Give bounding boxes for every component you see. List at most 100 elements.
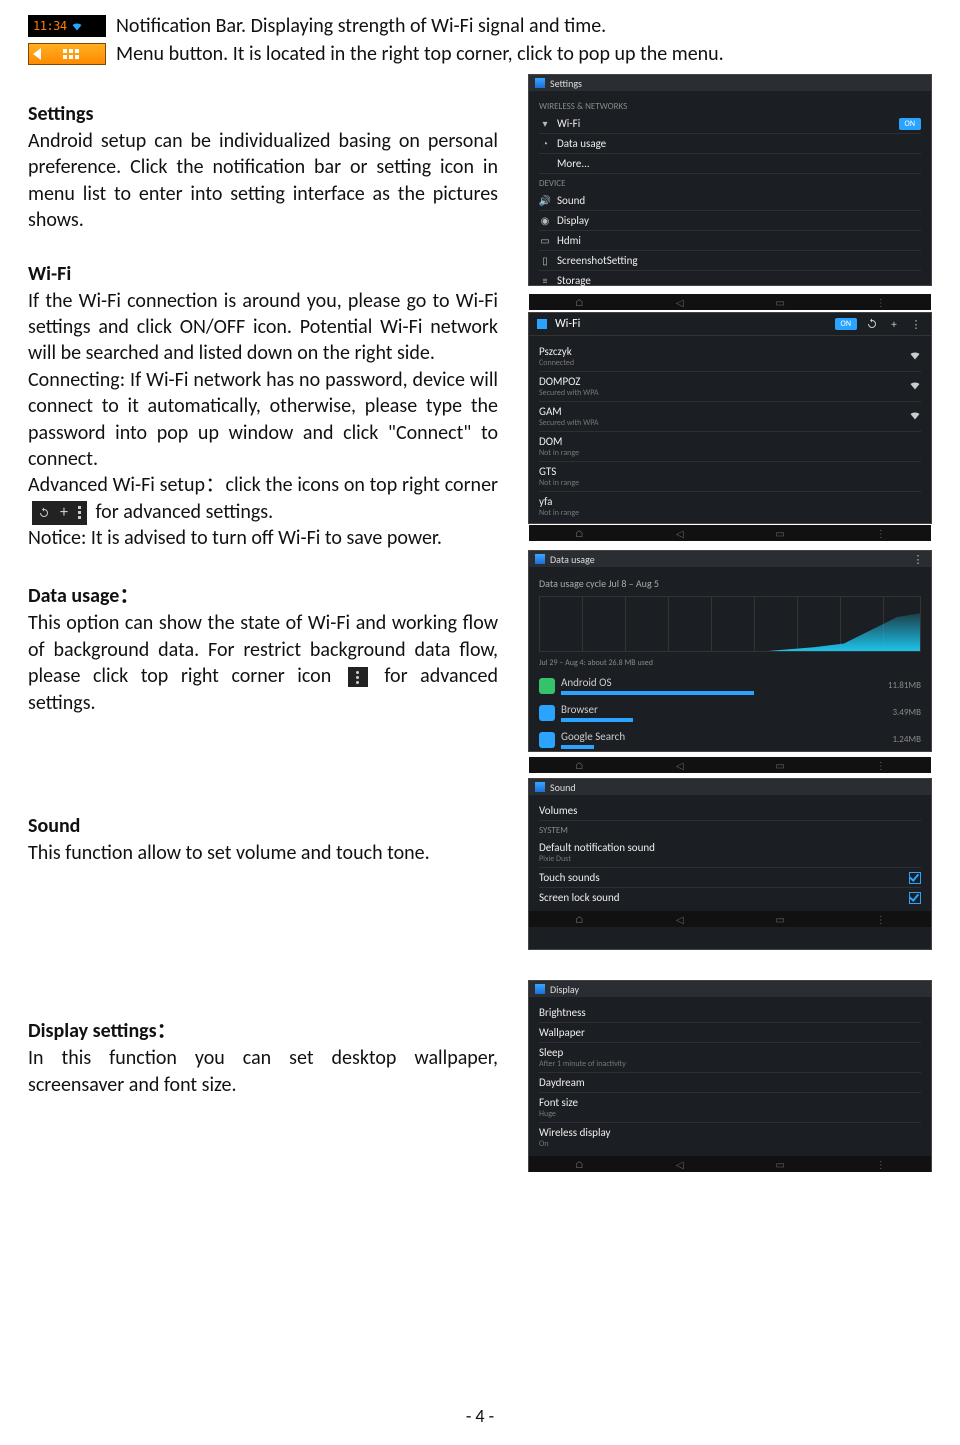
hdmi-item[interactable]: Hdmi bbox=[557, 234, 921, 247]
screenshot-display: Display BrightnessWallpaperSleepAfter 1 … bbox=[528, 980, 932, 1172]
wifi-adv-text-a: Advanced Wi-Fi setup：click the icons on … bbox=[28, 473, 498, 497]
settings-app-icon bbox=[535, 78, 545, 88]
wifi-paragraph-4: Notice: It is advised to turn off Wi-Fi … bbox=[28, 525, 498, 551]
wifi-icon: ▾ bbox=[539, 118, 551, 130]
device-category: DEVICE bbox=[539, 178, 921, 189]
checkbox-icon[interactable] bbox=[909, 872, 921, 884]
android-navbar: ⌂◁▭⋮ bbox=[529, 911, 931, 927]
wifi-paragraph-3: Advanced Wi-Fi setup：click the icons on … bbox=[28, 472, 498, 525]
screenshot-icon: ▯ bbox=[539, 255, 551, 267]
data-usage-title: Data usage bbox=[550, 553, 595, 566]
notification-bar-badge: 11:34 bbox=[28, 15, 106, 37]
settings-heading: Settings bbox=[28, 102, 498, 126]
display-item[interactable]: Daydream bbox=[539, 1073, 921, 1093]
sound-paragraph: This function allow to set volume and to… bbox=[28, 840, 498, 866]
hdmi-icon: ▭ bbox=[539, 235, 551, 247]
android-navbar: ⌂◁▭⋮ bbox=[529, 525, 931, 541]
sound-icon: 🔊 bbox=[539, 195, 551, 207]
sound-heading: Sound bbox=[28, 814, 498, 838]
data-usage-app-row[interactable]: Browser3.49MB bbox=[539, 699, 921, 726]
data-usage-app-row[interactable]: Android OS11.81MB bbox=[539, 672, 921, 699]
notification-bar-description: Notification Bar. Displaying strength of… bbox=[116, 14, 606, 38]
display-title: Display bbox=[550, 983, 579, 996]
display-item[interactable]: Brightness bbox=[539, 1003, 921, 1023]
wifi-signal-icon bbox=[909, 379, 921, 394]
wifi-network-item[interactable]: GAMSecured with WPA bbox=[539, 402, 921, 432]
screenshot-wifi: Wi-Fi ON + ⋮ PszczykConnectedDOMPOZSecur… bbox=[528, 312, 932, 524]
wifi-app-icon bbox=[537, 319, 547, 329]
sound-item[interactable]: Default notification soundPixie Dust bbox=[539, 838, 921, 868]
settings-paragraph: Android setup can be individualized basi… bbox=[28, 128, 498, 234]
advanced-icons-group: + bbox=[32, 501, 87, 525]
app-icon bbox=[539, 732, 555, 748]
wifi-heading: Wi-Fi bbox=[28, 262, 498, 286]
wifi-network-item[interactable]: PszczykConnected bbox=[539, 342, 921, 372]
display-heading: Display settings： bbox=[28, 1014, 498, 1043]
more-item[interactable]: More... bbox=[557, 157, 921, 170]
screenshot-setting-item[interactable]: ScreenshotSetting bbox=[557, 254, 921, 267]
wifi-icon bbox=[71, 20, 83, 32]
data-usage-cycle[interactable]: Data usage cycle Jul 8 – Aug 5 bbox=[539, 577, 921, 590]
checkbox-icon[interactable] bbox=[909, 892, 921, 904]
sound-item[interactable]: Sound bbox=[557, 194, 921, 207]
data-usage-app-row[interactable]: Google Search1.24MB bbox=[539, 726, 921, 753]
wifi-signal-icon bbox=[909, 409, 921, 424]
settings-title: Settings bbox=[550, 77, 582, 90]
plus-icon[interactable]: + bbox=[887, 317, 901, 331]
sound-item[interactable]: Touch sounds bbox=[539, 868, 921, 888]
wifi-on-toggle[interactable]: ON bbox=[899, 118, 921, 130]
data-usage-item[interactable]: Data usage bbox=[557, 137, 921, 150]
data-usage-heading: Data usage： bbox=[28, 579, 498, 608]
wifi-paragraph-2: Connecting: If Wi-Fi network has no pass… bbox=[28, 367, 498, 473]
wifi-network-item[interactable]: DOMNot in range bbox=[539, 432, 921, 462]
display-item[interactable]: Display bbox=[557, 214, 921, 227]
plus-icon: + bbox=[60, 507, 68, 519]
overflow-menu-icon bbox=[348, 667, 368, 687]
wireless-networks-category: WIRELESS & NETWORKS bbox=[539, 101, 921, 112]
display-item[interactable]: Wallpaper bbox=[539, 1023, 921, 1043]
wifi-screen-title: Wi-Fi bbox=[555, 317, 827, 331]
overflow-menu-icon[interactable]: ⋮ bbox=[909, 317, 923, 331]
sound-title: Sound bbox=[550, 781, 576, 794]
page-number: - 4 - bbox=[0, 1405, 960, 1427]
storage-item[interactable]: Storage bbox=[557, 274, 921, 287]
display-paragraph: In this function you can set desktop wal… bbox=[28, 1045, 498, 1098]
wifi-network-item[interactable]: DOMPOZSecured with WPA bbox=[539, 372, 921, 402]
sound-item[interactable]: Volumes bbox=[539, 801, 921, 821]
sound-item[interactable]: Screen lock sound bbox=[539, 888, 921, 907]
wifi-network-item[interactable]: yfaNot in range bbox=[539, 492, 921, 521]
data-usage-paragraph: This option can show the state of Wi-Fi … bbox=[28, 610, 498, 716]
overflow-menu-icon[interactable]: ⋮ bbox=[911, 552, 925, 566]
wifi-paragraph-1: If the Wi-Fi connection is around you, p… bbox=[28, 288, 498, 367]
data-usage-icon: ◔ bbox=[539, 138, 551, 150]
wifi-signal-icon bbox=[909, 349, 921, 364]
data-usage-app-icon bbox=[535, 554, 545, 564]
wifi-item[interactable]: Wi-Fi bbox=[557, 117, 893, 130]
android-navbar: ⌂◁▭⋮ bbox=[529, 757, 931, 773]
app-icon bbox=[539, 705, 555, 721]
refresh-icon[interactable] bbox=[865, 317, 879, 331]
display-item[interactable]: SleepAfter 1 minute of inactivity bbox=[539, 1043, 921, 1073]
wifi-network-item[interactable]: GTSNot in range bbox=[539, 462, 921, 492]
wifi-adv-text-b: for advanced settings. bbox=[96, 500, 274, 524]
apps-grid-icon bbox=[63, 49, 79, 59]
display-item[interactable]: Wireless displayOn bbox=[539, 1123, 921, 1152]
app-icon bbox=[539, 678, 555, 694]
display-app-icon bbox=[535, 984, 545, 994]
menu-button-description: Menu button. It is located in the right … bbox=[116, 42, 724, 66]
storage-icon: ≡ bbox=[539, 275, 551, 287]
refresh-icon bbox=[38, 507, 50, 519]
screenshot-settings: Settings WIRELESS & NETWORKS ▾ Wi-Fi ON ◔ D… bbox=[528, 74, 932, 286]
sound-app-icon bbox=[535, 782, 545, 792]
sound-category: SYSTEM bbox=[539, 825, 921, 836]
menu-button-badge bbox=[28, 43, 106, 65]
overflow-menu-icon bbox=[78, 506, 81, 519]
arrow-left-icon bbox=[33, 48, 41, 60]
display-icon: ◉ bbox=[539, 215, 551, 227]
screenshot-sound: Sound Volumes SYSTEM Default notification … bbox=[528, 778, 932, 950]
screenshot-data-usage: Data usage ⋮ Data usage cycle Jul 8 – Aug… bbox=[528, 550, 932, 752]
wifi-on-toggle[interactable]: ON bbox=[835, 318, 857, 330]
display-item[interactable]: Font sizeHuge bbox=[539, 1093, 921, 1123]
data-usage-chart bbox=[539, 596, 921, 652]
data-usage-caption: Jul 29 – Aug 4: about 26.8 MB used bbox=[539, 658, 921, 668]
